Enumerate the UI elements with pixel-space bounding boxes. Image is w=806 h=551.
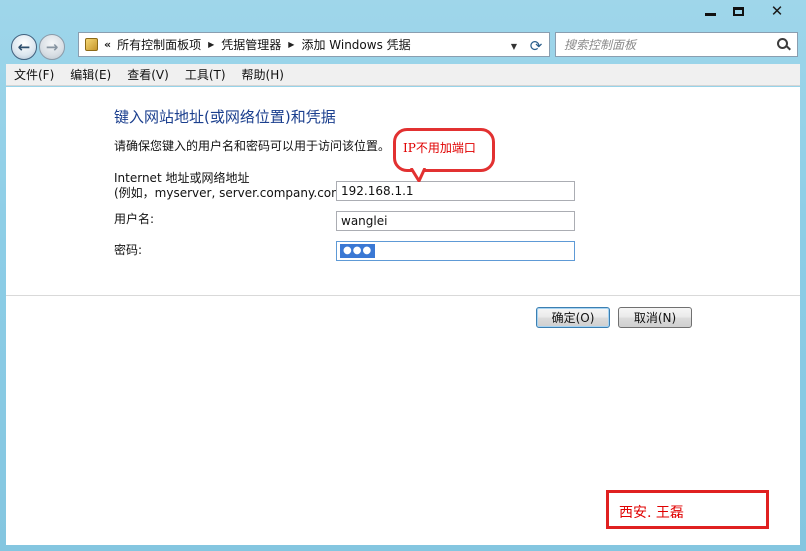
maximize-button[interactable] [718, 0, 758, 22]
instruction-text: 请确保您键入的用户名和密码可以用于访问该位置。 [114, 139, 391, 153]
divider [6, 295, 800, 296]
forward-button[interactable]: → [39, 34, 65, 60]
search-input[interactable] [564, 37, 754, 52]
minimize-icon [704, 12, 716, 16]
page-title: 键入网站地址(或网络位置)和凭据 [114, 108, 336, 126]
address-label: Internet 地址或网络地址 (例如，myserver, server.co… [114, 171, 352, 201]
close-icon: ✕ [770, 1, 784, 20]
menu-bar: 文件(F) 编辑(E) 查看(V) 工具(T) 帮助(H) [6, 64, 800, 86]
ok-button[interactable]: 确定(O) [536, 307, 610, 328]
search-icon[interactable] [777, 38, 791, 52]
menu-help[interactable]: 帮助(H) [234, 65, 292, 85]
maximize-icon [732, 6, 744, 16]
arrow-left-icon: ← [17, 38, 31, 56]
password-selection: ●●● [340, 244, 376, 258]
search-box[interactable] [555, 32, 798, 57]
close-button[interactable]: ✕ [756, 0, 798, 22]
callout-tail [410, 168, 426, 182]
arrow-right-icon: → [45, 38, 59, 56]
breadcrumb-credential-manager[interactable]: 凭据管理器 [221, 36, 281, 53]
refresh-button[interactable]: ⟳ [524, 36, 548, 56]
title-bar: ✕ [0, 0, 806, 26]
signature-text: 西安. 王磊 [619, 505, 684, 521]
password-label: 密码: [114, 243, 143, 257]
username-field[interactable] [336, 211, 575, 231]
breadcrumb-all-control-panel-items[interactable]: 所有控制面板项 [117, 36, 201, 53]
cancel-button[interactable]: 取消(N) [618, 307, 692, 328]
address-dropdown-icon[interactable]: ▼ [508, 40, 520, 52]
address-label-line2: (例如，myserver, server.company.com): [114, 186, 352, 200]
menu-edit[interactable]: 编辑(E) [62, 65, 119, 85]
username-label: 用户名: [114, 212, 155, 226]
address-label-line1: Internet 地址或网络地址 [114, 171, 250, 185]
breadcrumb-overflow-icon[interactable]: « [104, 38, 111, 51]
menu-view[interactable]: 查看(V) [119, 65, 177, 85]
breadcrumb-add-windows-credential[interactable]: 添加 Windows 凭据 [301, 36, 410, 53]
control-panel-icon [85, 38, 98, 51]
menu-tools[interactable]: 工具(T) [177, 65, 234, 85]
breadcrumb-separator-icon[interactable]: ▶ [288, 40, 294, 49]
callout-text: IP不用加端口 [403, 141, 476, 155]
breadcrumb-separator-icon[interactable]: ▶ [208, 40, 214, 49]
address-bar[interactable]: « 所有控制面板项 ▶ 凭据管理器 ▶ 添加 Windows 凭据 [78, 32, 550, 57]
back-button[interactable]: ← [11, 34, 37, 60]
address-field[interactable] [336, 181, 575, 201]
refresh-icon: ⟳ [529, 37, 543, 55]
menu-file[interactable]: 文件(F) [6, 65, 62, 85]
